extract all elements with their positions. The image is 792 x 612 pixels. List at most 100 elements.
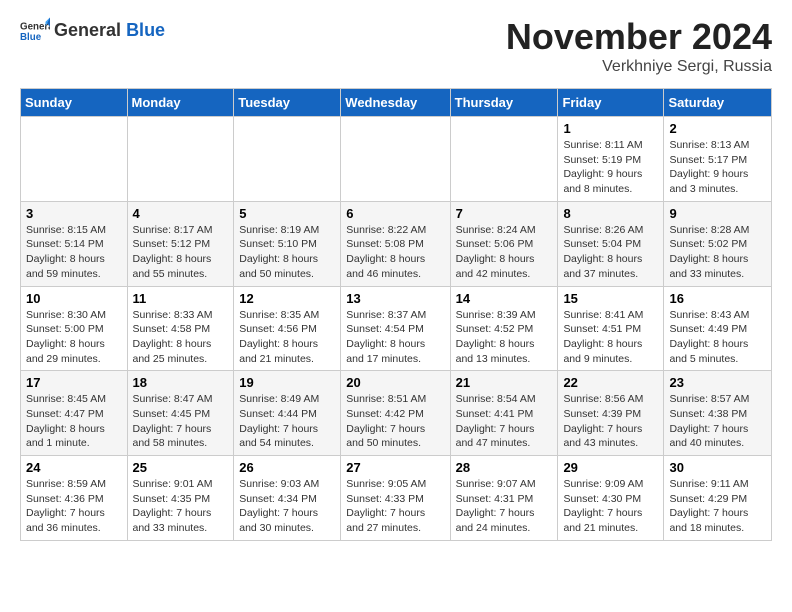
weekday-header-monday: Monday [127, 89, 234, 117]
calendar-cell: 22 Sunrise: 8:56 AM Sunset: 4:39 PM Dayli… [558, 371, 664, 456]
calendar-cell: 25 Sunrise: 9:01 AM Sunset: 4:35 PM Dayli… [127, 456, 234, 541]
day-info: Sunrise: 8:39 AM Sunset: 4:52 PM Dayligh… [456, 308, 553, 367]
day-number: 30 [669, 460, 766, 475]
day-number: 28 [456, 460, 553, 475]
day-number: 5 [239, 206, 335, 221]
day-info: Sunrise: 8:59 AM Sunset: 4:36 PM Dayligh… [26, 477, 122, 536]
day-number: 3 [26, 206, 122, 221]
day-number: 20 [346, 375, 444, 390]
calendar-cell: 10 Sunrise: 8:30 AM Sunset: 5:00 PM Dayli… [21, 286, 128, 371]
day-info: Sunrise: 9:09 AM Sunset: 4:30 PM Dayligh… [563, 477, 658, 536]
day-number: 19 [239, 375, 335, 390]
day-info: Sunrise: 8:51 AM Sunset: 4:42 PM Dayligh… [346, 392, 444, 451]
logo: General Blue General Blue [20, 16, 165, 46]
day-info: Sunrise: 8:13 AM Sunset: 5:17 PM Dayligh… [669, 138, 766, 197]
location: Verkhniye Sergi, Russia [506, 58, 772, 76]
logo-icon: General Blue [20, 16, 50, 46]
day-info: Sunrise: 8:33 AM Sunset: 4:58 PM Dayligh… [133, 308, 229, 367]
calendar-cell: 16 Sunrise: 8:43 AM Sunset: 4:49 PM Dayli… [664, 286, 772, 371]
day-info: Sunrise: 8:49 AM Sunset: 4:44 PM Dayligh… [239, 392, 335, 451]
day-number: 4 [133, 206, 229, 221]
calendar-header-row: SundayMondayTuesdayWednesdayThursdayFrid… [21, 89, 772, 117]
logo-blue-text: Blue [126, 20, 165, 40]
day-number: 24 [26, 460, 122, 475]
day-number: 13 [346, 291, 444, 306]
day-number: 16 [669, 291, 766, 306]
day-info: Sunrise: 8:24 AM Sunset: 5:06 PM Dayligh… [456, 223, 553, 282]
day-info: Sunrise: 8:41 AM Sunset: 4:51 PM Dayligh… [563, 308, 658, 367]
day-info: Sunrise: 8:47 AM Sunset: 4:45 PM Dayligh… [133, 392, 229, 451]
day-number: 12 [239, 291, 335, 306]
day-info: Sunrise: 9:05 AM Sunset: 4:33 PM Dayligh… [346, 477, 444, 536]
calendar-cell: 9 Sunrise: 8:28 AM Sunset: 5:02 PM Daylig… [664, 201, 772, 286]
calendar-cell: 3 Sunrise: 8:15 AM Sunset: 5:14 PM Daylig… [21, 201, 128, 286]
calendar-week-row: 3 Sunrise: 8:15 AM Sunset: 5:14 PM Daylig… [21, 201, 772, 286]
calendar-cell: 18 Sunrise: 8:47 AM Sunset: 4:45 PM Dayli… [127, 371, 234, 456]
day-number: 23 [669, 375, 766, 390]
weekday-header-thursday: Thursday [450, 89, 558, 117]
calendar-cell: 17Sunrise: 8:45 AM Sunset: 4:47 PM Dayli… [21, 371, 128, 456]
calendar-cell: 14 Sunrise: 8:39 AM Sunset: 4:52 PM Dayli… [450, 286, 558, 371]
calendar-cell: 29 Sunrise: 9:09 AM Sunset: 4:30 PM Dayli… [558, 456, 664, 541]
day-number: 10 [26, 291, 122, 306]
day-number: 18 [133, 375, 229, 390]
day-number: 15 [563, 291, 658, 306]
day-info: Sunrise: 8:54 AM Sunset: 4:41 PM Dayligh… [456, 392, 553, 451]
day-number: 1 [563, 121, 658, 136]
day-info: Sunrise: 8:30 AM Sunset: 5:00 PM Dayligh… [26, 308, 122, 367]
calendar-cell: 7 Sunrise: 8:24 AM Sunset: 5:06 PM Daylig… [450, 201, 558, 286]
day-info: Sunrise: 9:07 AM Sunset: 4:31 PM Dayligh… [456, 477, 553, 536]
page-header: General Blue General Blue November 2024 … [20, 16, 772, 76]
calendar-week-row: 10 Sunrise: 8:30 AM Sunset: 5:00 PM Dayli… [21, 286, 772, 371]
calendar-cell: 27 Sunrise: 9:05 AM Sunset: 4:33 PM Dayli… [341, 456, 450, 541]
day-number: 7 [456, 206, 553, 221]
day-number: 29 [563, 460, 658, 475]
day-number: 2 [669, 121, 766, 136]
day-number: 8 [563, 206, 658, 221]
calendar-week-row: 17Sunrise: 8:45 AM Sunset: 4:47 PM Dayli… [21, 371, 772, 456]
calendar-cell: 21 Sunrise: 8:54 AM Sunset: 4:41 PM Dayli… [450, 371, 558, 456]
day-number: 26 [239, 460, 335, 475]
calendar-cell: 1 Sunrise: 8:11 AM Sunset: 5:19 PM Daylig… [558, 117, 664, 202]
day-info: Sunrise: 8:56 AM Sunset: 4:39 PM Dayligh… [563, 392, 658, 451]
day-number: 25 [133, 460, 229, 475]
day-info: Sunrise: 8:26 AM Sunset: 5:04 PM Dayligh… [563, 223, 658, 282]
day-number: 14 [456, 291, 553, 306]
day-number: 27 [346, 460, 444, 475]
weekday-header-sunday: Sunday [21, 89, 128, 117]
day-info: Sunrise: 8:28 AM Sunset: 5:02 PM Dayligh… [669, 223, 766, 282]
page-container: General Blue General Blue November 2024 … [0, 0, 792, 551]
day-number: 21 [456, 375, 553, 390]
weekday-header-tuesday: Tuesday [234, 89, 341, 117]
calendar-table: SundayMondayTuesdayWednesdayThursdayFrid… [20, 88, 772, 541]
day-info: Sunrise: 8:15 AM Sunset: 5:14 PM Dayligh… [26, 223, 122, 282]
calendar-cell [341, 117, 450, 202]
day-info: Sunrise: 8:19 AM Sunset: 5:10 PM Dayligh… [239, 223, 335, 282]
logo-general-text: General [54, 20, 121, 40]
calendar-cell: 23 Sunrise: 8:57 AM Sunset: 4:38 PM Dayli… [664, 371, 772, 456]
day-info: Sunrise: 8:37 AM Sunset: 4:54 PM Dayligh… [346, 308, 444, 367]
day-number: 6 [346, 206, 444, 221]
day-info: Sunrise: 8:22 AM Sunset: 5:08 PM Dayligh… [346, 223, 444, 282]
calendar-cell: 30Sunrise: 9:11 AM Sunset: 4:29 PM Dayli… [664, 456, 772, 541]
calendar-cell: 4 Sunrise: 8:17 AM Sunset: 5:12 PM Daylig… [127, 201, 234, 286]
day-info: Sunrise: 9:01 AM Sunset: 4:35 PM Dayligh… [133, 477, 229, 536]
calendar-cell: 20 Sunrise: 8:51 AM Sunset: 4:42 PM Dayli… [341, 371, 450, 456]
calendar-week-row: 1 Sunrise: 8:11 AM Sunset: 5:19 PM Daylig… [21, 117, 772, 202]
day-info: Sunrise: 8:57 AM Sunset: 4:38 PM Dayligh… [669, 392, 766, 451]
day-number: 11 [133, 291, 229, 306]
day-info: Sunrise: 8:17 AM Sunset: 5:12 PM Dayligh… [133, 223, 229, 282]
weekday-header-friday: Friday [558, 89, 664, 117]
weekday-header-wednesday: Wednesday [341, 89, 450, 117]
day-info: Sunrise: 8:11 AM Sunset: 5:19 PM Dayligh… [563, 138, 658, 197]
day-info: Sunrise: 8:43 AM Sunset: 4:49 PM Dayligh… [669, 308, 766, 367]
month-title: November 2024 [506, 16, 772, 58]
calendar-cell: 26Sunrise: 9:03 AM Sunset: 4:34 PM Dayli… [234, 456, 341, 541]
calendar-cell: 5 Sunrise: 8:19 AM Sunset: 5:10 PM Daylig… [234, 201, 341, 286]
calendar-cell: 12 Sunrise: 8:35 AM Sunset: 4:56 PM Dayli… [234, 286, 341, 371]
day-info: Sunrise: 8:35 AM Sunset: 4:56 PM Dayligh… [239, 308, 335, 367]
day-number: 22 [563, 375, 658, 390]
day-number: 9 [669, 206, 766, 221]
calendar-cell: 28 Sunrise: 9:07 AM Sunset: 4:31 PM Dayli… [450, 456, 558, 541]
calendar-cell: 19 Sunrise: 8:49 AM Sunset: 4:44 PM Dayli… [234, 371, 341, 456]
